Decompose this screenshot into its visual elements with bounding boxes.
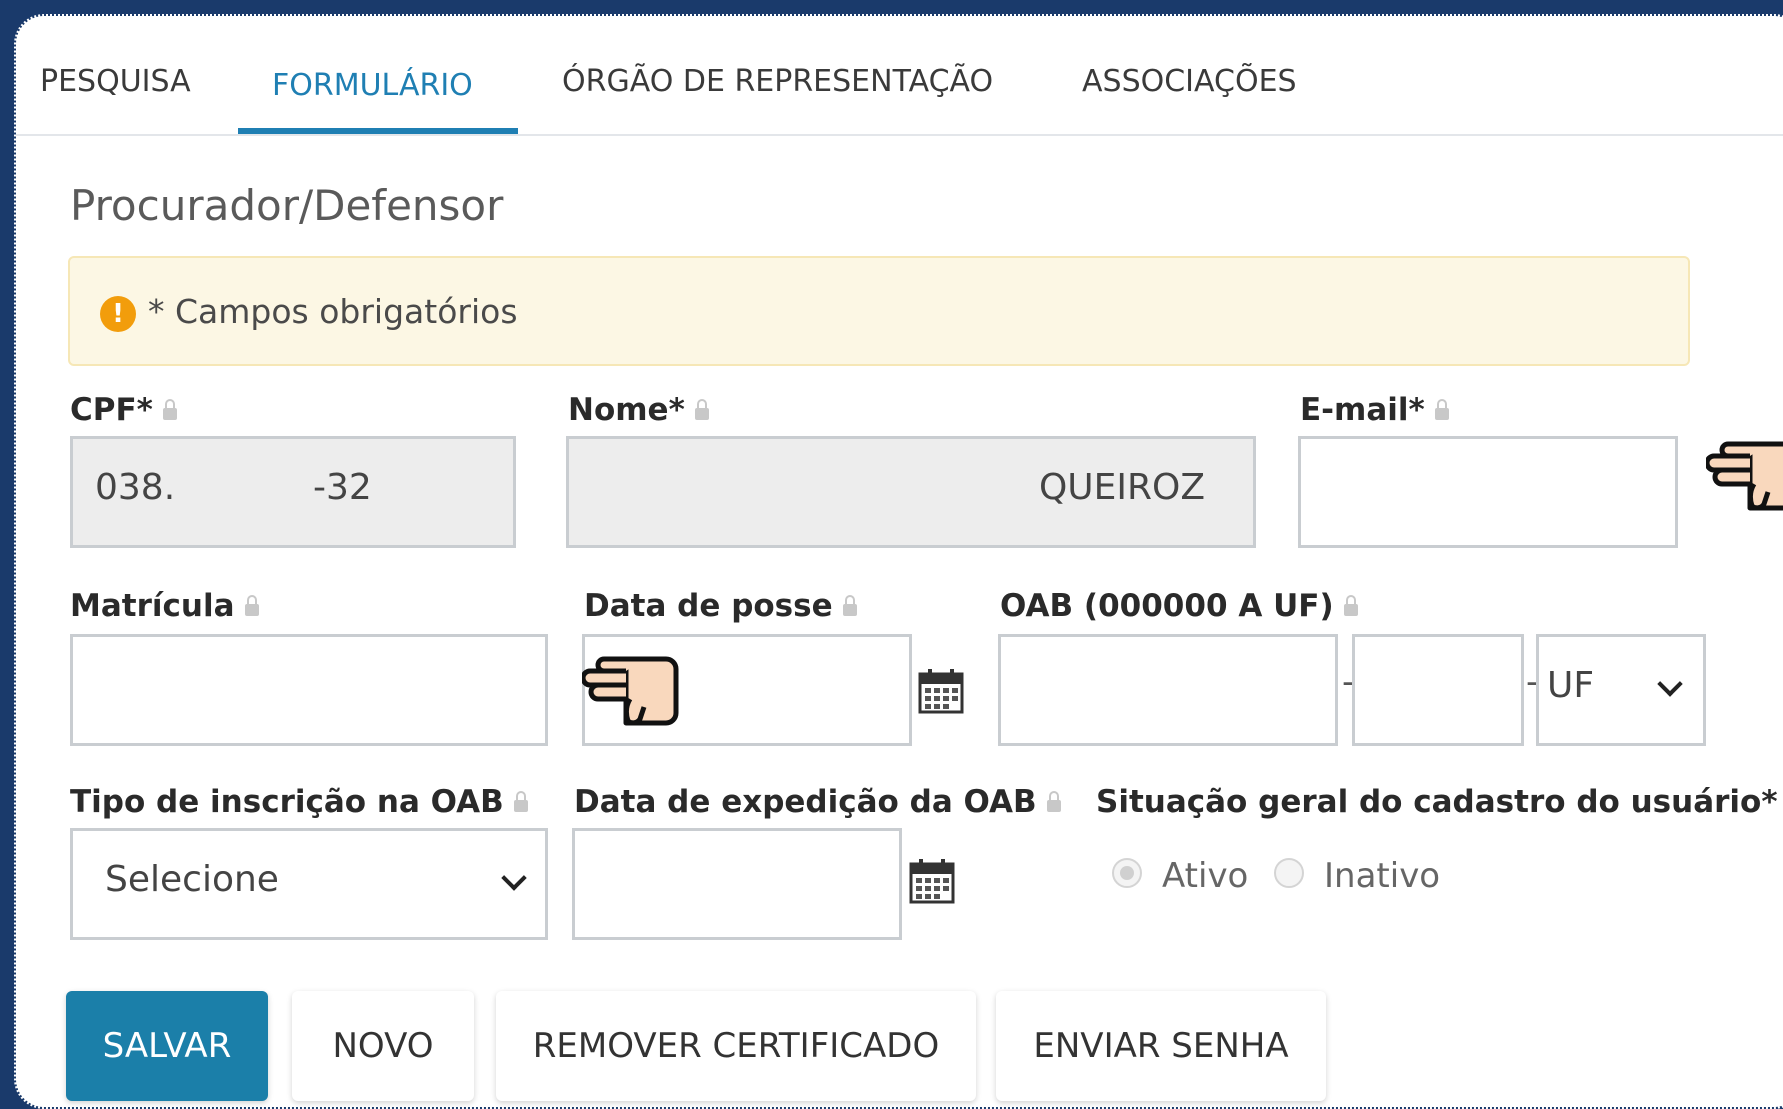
situacao-ativo-radio[interactable] [1112,858,1142,888]
pointing-hand-icon [1706,441,1783,511]
oab-label: OAB (000000 A UF) [1000,588,1358,624]
chevron-down-icon [501,865,527,891]
cpf-value-start: 038. [95,467,176,508]
salvar-button[interactable]: SALVAR [66,991,268,1101]
nome-label: Nome* [568,392,709,428]
chevron-down-icon [1657,671,1683,697]
tipo-inscricao-select[interactable]: Selecione [70,828,548,940]
tab-bar: PESQUISA FORMULÁRIO ÓRGÃO DE REPRESENTAÇ… [16,16,1783,136]
remover-certificado-button[interactable]: REMOVER CERTIFICADO [496,991,976,1101]
nome-field[interactable]: QUEIROZ [566,436,1256,548]
calendar-icon[interactable] [918,668,964,714]
lock-icon [513,791,528,812]
oab-letter-field[interactable] [1352,634,1524,746]
data-posse-label: Data de posse [584,588,857,624]
tab-orgao-representacao[interactable]: ÓRGÃO DE REPRESENTAÇÃO [562,64,993,99]
pointing-hand-icon [582,656,679,726]
matricula-label: Matrícula [70,588,259,624]
situacao-inativo-label: Inativo [1324,856,1441,896]
page-title: Procurador/Defensor [70,181,504,230]
lock-icon [244,595,259,616]
situacao-inativo-radio[interactable] [1274,858,1304,888]
enviar-senha-button[interactable]: ENVIAR SENHA [996,991,1326,1101]
oab-number-field[interactable] [998,634,1338,746]
tipo-inscricao-value: Selecione [105,859,279,900]
data-expedicao-field[interactable] [572,828,902,940]
nome-value: QUEIROZ [1038,467,1205,508]
situacao-ativo-label: Ativo [1162,856,1249,896]
lock-icon [162,399,177,420]
tipo-inscricao-label: Tipo de inscrição na OAB [70,784,528,820]
warning-icon: ! [100,296,136,332]
form-panel: PESQUISA FORMULÁRIO ÓRGÃO DE REPRESENTAÇ… [14,14,1783,1109]
lock-icon [694,399,709,420]
required-fields-alert: ! * Campos obrigatórios [68,256,1690,366]
calendar-icon[interactable] [909,858,955,904]
uf-select-value: UF [1547,665,1595,706]
cpf-field[interactable]: 038. -32 [70,436,516,548]
active-tab-indicator [238,128,518,134]
email-label: E-mail* [1300,392,1449,428]
uf-select[interactable]: UF [1536,634,1706,746]
lock-icon [1046,791,1061,812]
novo-button[interactable]: NOVO [292,991,474,1101]
data-expedicao-label: Data de expedição da OAB [574,784,1061,820]
lock-icon [842,595,857,616]
tab-formulario[interactable]: FORMULÁRIO [272,68,473,103]
cpf-value-end: -32 [313,467,372,508]
situacao-label: Situação geral do cadastro do usuário* [1096,784,1778,820]
email-field[interactable] [1298,436,1678,548]
tab-associacoes[interactable]: ASSOCIAÇÕES [1082,64,1297,99]
matricula-field[interactable] [70,634,548,746]
alert-text: * Campos obrigatórios [148,292,518,331]
lock-icon [1343,595,1358,616]
lock-icon [1434,399,1449,420]
cpf-label: CPF* [70,392,177,428]
tab-pesquisa[interactable]: PESQUISA [40,64,191,99]
